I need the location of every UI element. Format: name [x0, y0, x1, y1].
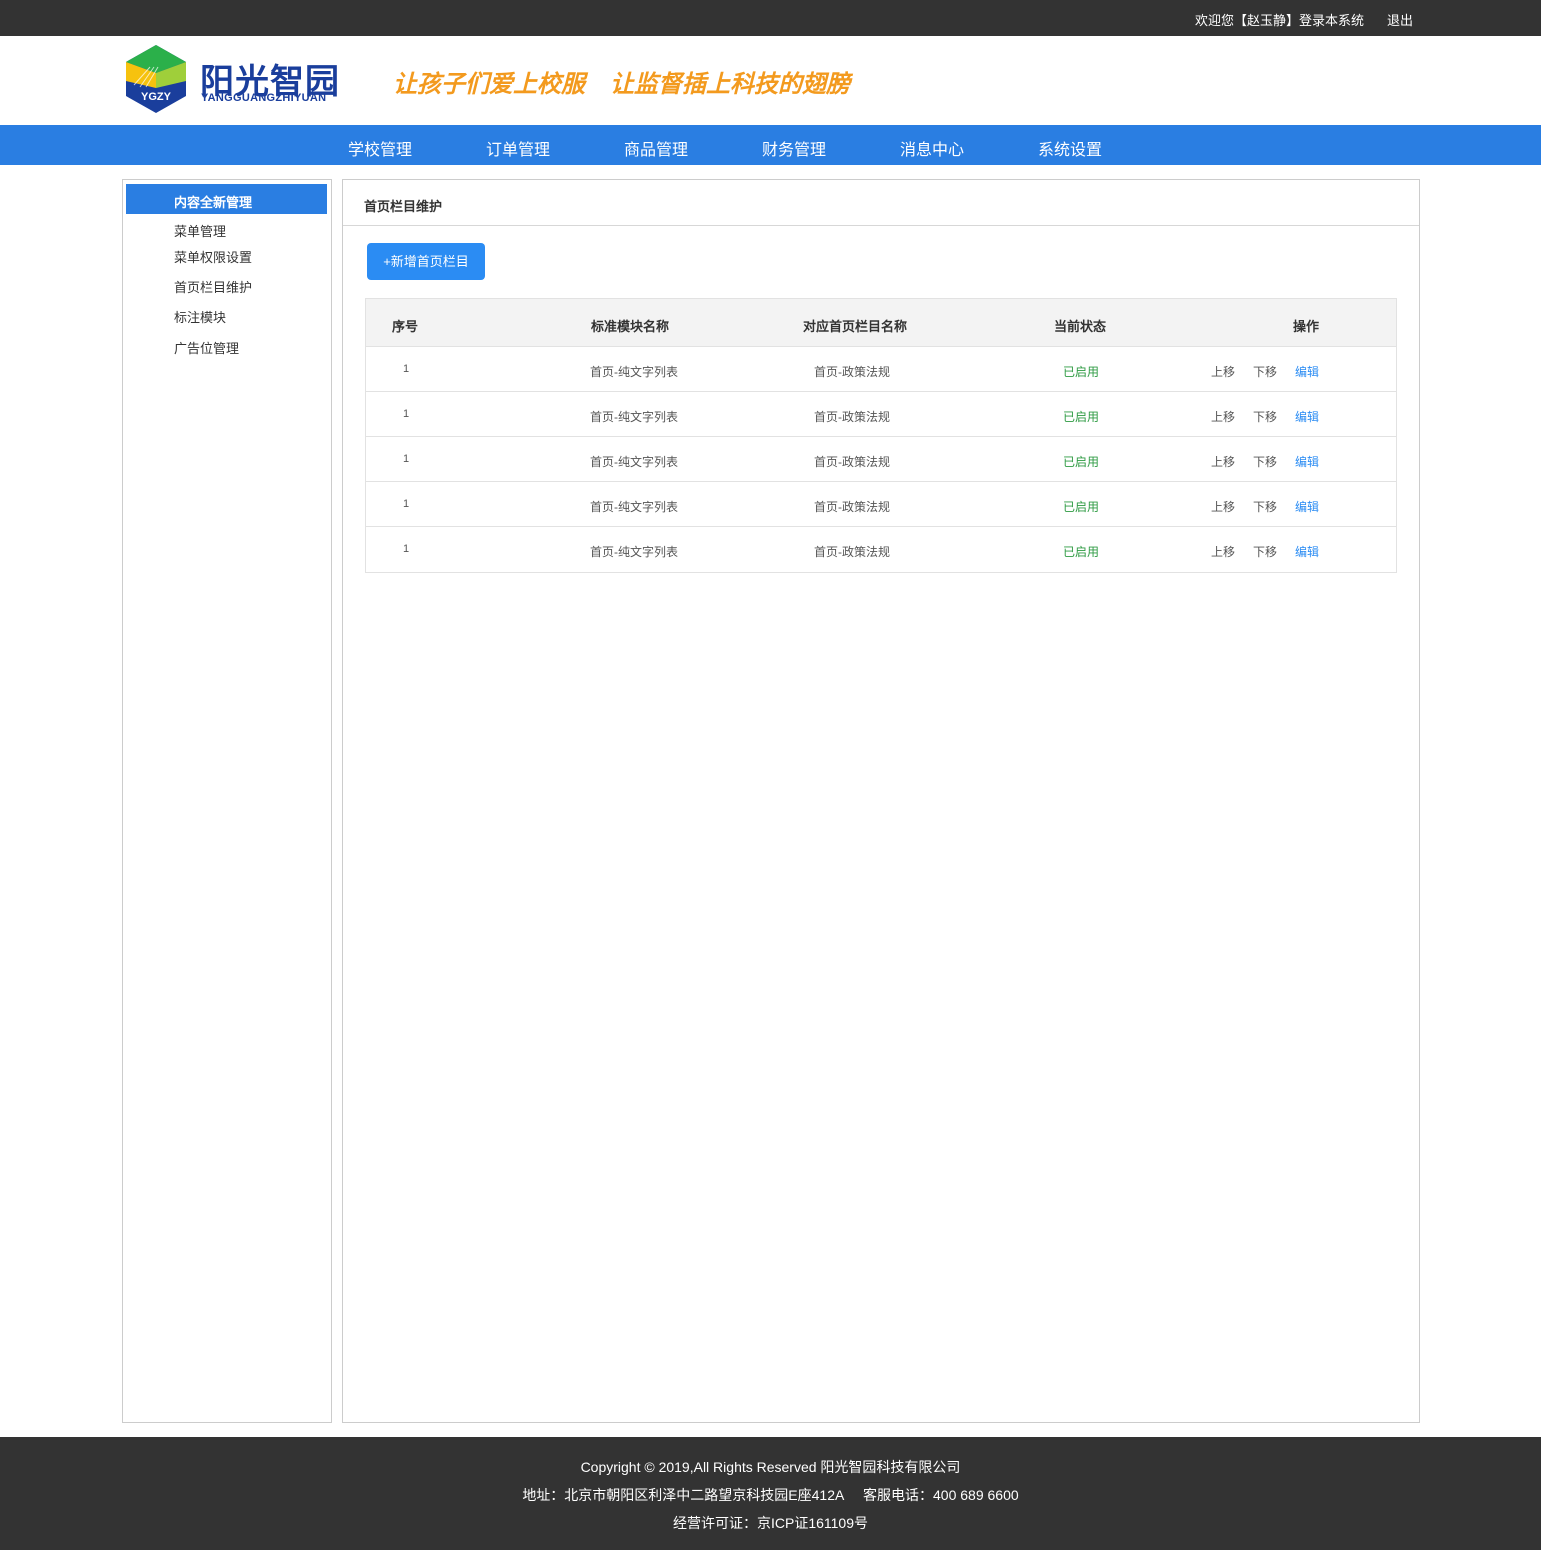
welcome-text: 欢迎您【赵玉静】登录本系统 — [1195, 13, 1365, 28]
nav-item-messages[interactable]: 消息中心 — [900, 136, 964, 160]
table-row: 1 首页-纯文字列表 首页-政策法规 已启用 上移 下移 编辑 — [366, 392, 1396, 437]
cell-module: 首页-纯文字列表 — [590, 365, 678, 379]
cell-no: 1 — [403, 543, 410, 555]
nav-item-orders[interactable]: 订单管理 — [486, 136, 550, 160]
header-actions: 操作 — [1293, 319, 1320, 334]
table-header: 序号 标准模块名称 对应首页栏目名称 当前状态 操作 — [366, 299, 1396, 347]
move-up-link[interactable]: 上移 — [1211, 453, 1235, 470]
cell-status: 已启用 — [1063, 455, 1100, 469]
nav-item-settings[interactable]: 系统设置 — [1038, 136, 1102, 160]
footer: Copyright © 2019,All Rights Reserved 阳光智… — [0, 1437, 1541, 1550]
sidebar-item-annotation-modules[interactable]: 标注模块 — [174, 307, 226, 326]
cell-status: 已启用 — [1063, 545, 1100, 559]
slogan-2: 让监督插上科技的翅膀 — [610, 71, 850, 98]
edit-link[interactable]: 编辑 — [1295, 363, 1319, 380]
logo-badge-text: YGZY — [141, 91, 172, 103]
move-down-link[interactable]: 下移 — [1253, 363, 1277, 380]
cell-no: 1 — [403, 408, 410, 420]
sidebar-item-ad-slots[interactable]: 广告位管理 — [174, 338, 239, 357]
cell-column: 首页-政策法规 — [814, 545, 890, 559]
cell-status: 已启用 — [1063, 500, 1100, 514]
nav-item-products[interactable]: 商品管理 — [624, 136, 688, 160]
table-row: 1 首页-纯文字列表 首页-政策法规 已启用 上移 下移 编辑 — [366, 482, 1396, 527]
cell-column: 首页-政策法规 — [814, 455, 890, 469]
top-bar: 欢迎您【赵玉静】登录本系统 退出 — [0, 0, 1541, 36]
cell-column: 首页-政策法规 — [814, 365, 890, 379]
header-status: 当前状态 — [1054, 319, 1107, 334]
logo-hexagon-icon: YGZY — [126, 45, 186, 113]
add-homepage-column-button[interactable]: +新增首页栏目 — [367, 243, 485, 280]
main-panel: 首页栏目维护 +新增首页栏目 序号 标准模块名称 对应首页栏目名称 当前状态 操… — [342, 179, 1420, 1423]
footer-license: 经营许可证：京ICP证161109号 — [672, 1515, 868, 1531]
footer-address: 地址：北京市朝阳区利泽中二路望京科技园E座412A 客服电话：400 689 6… — [522, 1487, 1019, 1503]
cell-no: 1 — [403, 363, 410, 375]
table-row: 1 首页-纯文字列表 首页-政策法规 已启用 上移 下移 编辑 — [366, 347, 1396, 392]
cell-module: 首页-纯文字列表 — [590, 500, 678, 514]
logo-subtitle: YANGGUANGZHIYUAN — [201, 92, 327, 104]
logout-link[interactable]: 退出 — [1387, 10, 1413, 29]
edit-link[interactable]: 编辑 — [1295, 408, 1319, 425]
cell-no: 1 — [403, 498, 410, 510]
main-nav: 学校管理 订单管理 商品管理 财务管理 消息中心 系统设置 — [0, 125, 1541, 165]
header: YGZY 阳光智园 YANGGUANGZHIYUAN 让孩子们爱上校服 让监督插… — [0, 36, 1541, 125]
move-up-link[interactable]: 上移 — [1211, 543, 1235, 560]
edit-link[interactable]: 编辑 — [1295, 498, 1319, 515]
sidebar-item-menu-permissions[interactable]: 菜单权限设置 — [174, 247, 252, 266]
columns-table: 序号 标准模块名称 对应首页栏目名称 当前状态 操作 1 首页-纯文字列表 首页… — [365, 298, 1397, 573]
move-up-link[interactable]: 上移 — [1211, 498, 1235, 515]
move-down-link[interactable]: 下移 — [1253, 408, 1277, 425]
header-module-name: 标准模块名称 — [591, 319, 670, 334]
cell-no: 1 — [403, 453, 410, 465]
cell-module: 首页-纯文字列表 — [590, 410, 678, 424]
move-down-link[interactable]: 下移 — [1253, 498, 1277, 515]
title-divider — [343, 225, 1419, 226]
sidebar: 内容全新管理 菜单管理 菜单权限设置 首页栏目维护 标注模块 广告位管理 — [122, 179, 332, 1423]
nav-item-finance[interactable]: 财务管理 — [762, 136, 826, 160]
move-up-link[interactable]: 上移 — [1211, 408, 1235, 425]
move-down-link[interactable]: 下移 — [1253, 543, 1277, 560]
sidebar-heading[interactable]: 内容全新管理 — [126, 184, 327, 214]
sidebar-item-homepage-columns[interactable]: 首页栏目维护 — [174, 277, 252, 296]
cell-module: 首页-纯文字列表 — [590, 455, 678, 469]
footer-copyright: Copyright © 2019,All Rights Reserved 阳光智… — [580, 1459, 961, 1475]
table-row: 1 首页-纯文字列表 首页-政策法规 已启用 上移 下移 编辑 — [366, 527, 1396, 572]
cell-column: 首页-政策法规 — [814, 410, 890, 424]
table-row: 1 首页-纯文字列表 首页-政策法规 已启用 上移 下移 编辑 — [366, 437, 1396, 482]
cell-module: 首页-纯文字列表 — [590, 545, 678, 559]
edit-link[interactable]: 编辑 — [1295, 543, 1319, 560]
cell-status: 已启用 — [1063, 365, 1100, 379]
page-title: 首页栏目维护 — [364, 199, 443, 214]
cell-status: 已启用 — [1063, 410, 1100, 424]
header-no: 序号 — [392, 319, 419, 334]
move-up-link[interactable]: 上移 — [1211, 363, 1235, 380]
sidebar-item-menu[interactable]: 菜单管理 — [174, 221, 226, 240]
header-column-name: 对应首页栏目名称 — [803, 319, 908, 334]
nav-item-school[interactable]: 学校管理 — [348, 136, 412, 160]
cell-column: 首页-政策法规 — [814, 500, 890, 514]
slogan-1: 让孩子们爱上校服 — [393, 71, 585, 98]
edit-link[interactable]: 编辑 — [1295, 453, 1319, 470]
move-down-link[interactable]: 下移 — [1253, 453, 1277, 470]
